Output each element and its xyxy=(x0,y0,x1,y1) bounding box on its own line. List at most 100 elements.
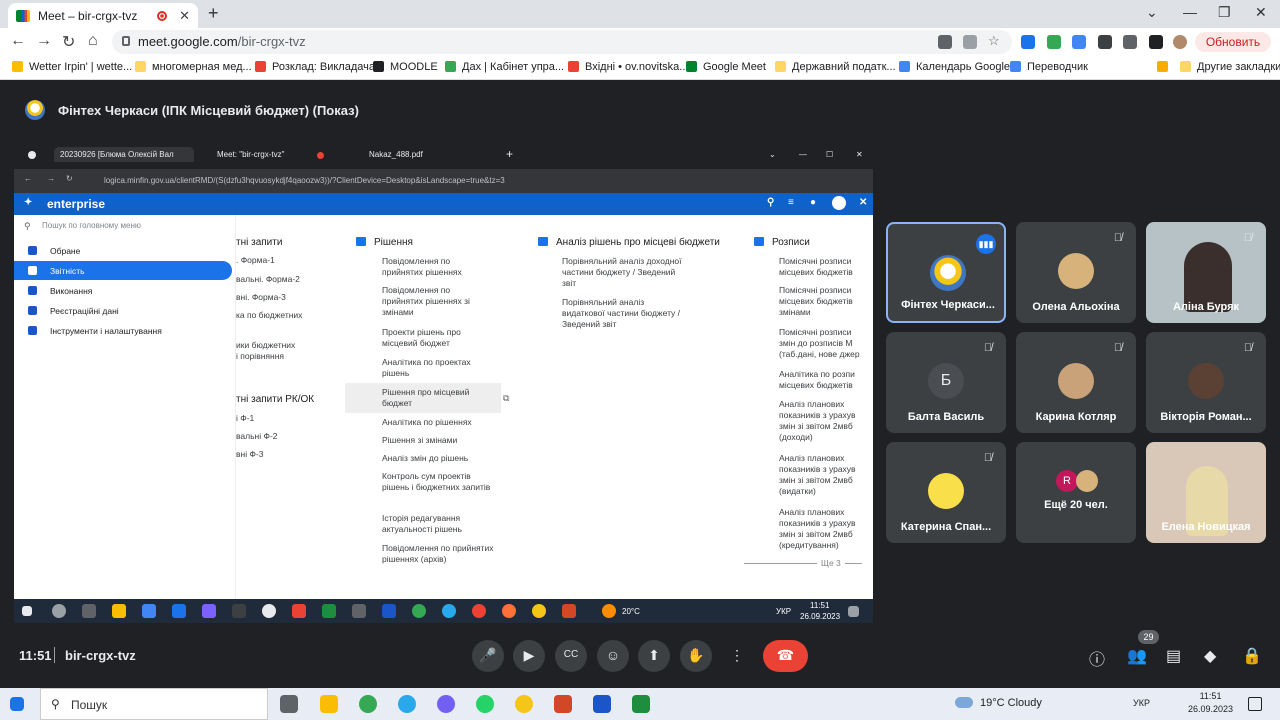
browser-tab-meet[interactable]: Meet – bir-crgx-tvz ✕ xyxy=(8,3,198,28)
tab-search-icon[interactable]: ⌄ xyxy=(1146,4,1158,21)
present-button[interactable]: ⬆ xyxy=(638,640,670,672)
translate-icon[interactable] xyxy=(1072,35,1086,49)
vscode-icon xyxy=(172,604,186,618)
minimize-button[interactable]: — xyxy=(1183,4,1197,20)
url-path: /bir-crgx-tvz xyxy=(237,34,306,49)
bookmark-item[interactable]: Державний податк... xyxy=(775,61,896,73)
back-icon[interactable]: ← xyxy=(10,32,26,50)
column-title: Розписи xyxy=(772,237,810,248)
taskview-icon[interactable] xyxy=(280,695,298,713)
chrome-icon[interactable] xyxy=(359,695,377,713)
bookmark-star-icon[interactable]: ☆ xyxy=(988,33,1002,48)
other-bookmarks[interactable]: Другие закладки xyxy=(1180,61,1280,73)
participant-tile[interactable]: 🎙̸ Вікторія Роман... xyxy=(1146,332,1266,433)
extensions-puzzle-icon[interactable] xyxy=(1098,35,1112,49)
language-indicator[interactable]: УКР xyxy=(1133,698,1150,708)
avatar xyxy=(1076,470,1098,492)
notifications-icon[interactable] xyxy=(1248,697,1262,711)
more-participants-tile[interactable]: R Ещё 20 чел. xyxy=(1016,442,1136,543)
windows-start-icon[interactable] xyxy=(10,697,24,711)
bookmark-item[interactable]: многомерная мед... xyxy=(135,61,252,73)
close-window-button[interactable]: ✕ xyxy=(1255,4,1267,21)
people-icon[interactable]: 👥 xyxy=(1127,646,1147,666)
extension-icon[interactable] xyxy=(1047,35,1061,49)
bookmark-item[interactable]: MOODLE xyxy=(373,61,438,73)
menu-link: Помісячні розписи місцевих бюджетів xyxy=(779,256,853,277)
app-search-icon: ⚲ xyxy=(767,197,775,208)
chat-icon[interactable]: ▤ xyxy=(1166,646,1181,666)
participant-tile[interactable]: 🎙̸ Катерина Спан... xyxy=(886,442,1006,543)
shared-chevron-icon: ⌄ xyxy=(769,150,776,159)
word-icon[interactable] xyxy=(593,695,611,713)
microphone-button[interactable]: 🎤 xyxy=(472,640,504,672)
host-controls-icon[interactable]: 🔒 xyxy=(1242,646,1262,666)
recording-icon xyxy=(157,10,168,21)
sidebar-label: Реєстраційні дані xyxy=(50,306,119,316)
bookmark-item[interactable]: Переводчик xyxy=(1010,61,1088,73)
participant-tile[interactable]: Елена Новицкая xyxy=(1146,442,1266,543)
captions-icon: CC xyxy=(563,649,579,660)
bookmark-item[interactable]: Google Meet xyxy=(686,61,766,73)
menu-link: Контроль сум проектів рішень і бюджетних… xyxy=(382,471,491,492)
captions-button[interactable]: CC xyxy=(555,640,587,672)
sidepanel-icon[interactable] xyxy=(1149,35,1163,49)
excel-icon[interactable] xyxy=(632,695,650,713)
sidebar-item-execution: Виконання xyxy=(14,281,232,300)
new-tab-button[interactable]: + xyxy=(208,3,219,24)
close-tab-icon[interactable]: ✕ xyxy=(179,8,190,24)
leave-call-button[interactable]: ☎ xyxy=(763,640,808,672)
bookmark-item[interactable]: Wetter Irpin' | wette... xyxy=(12,61,132,73)
lock-icon xyxy=(122,36,130,46)
system-clock[interactable]: 11:51 26.09.2023 xyxy=(1188,690,1233,716)
bookmark-item[interactable]: Календарь Google xyxy=(899,61,1010,73)
forward-icon[interactable]: → xyxy=(36,32,52,50)
sidebar-label: Обране xyxy=(50,246,81,256)
menu-sidebar: ⚲ Пошук по головному меню Обране Звітніс… xyxy=(14,215,236,599)
windows-start-icon xyxy=(22,606,32,616)
more-vertical-icon: ⋮ xyxy=(730,647,744,663)
participant-name: Вікторія Роман... xyxy=(1160,411,1252,423)
info-icon[interactable]: ⓘ xyxy=(1089,646,1105,670)
telegram-icon[interactable] xyxy=(398,695,416,713)
person-icon xyxy=(28,306,37,315)
taskbar-time: 11:51 xyxy=(810,601,830,610)
more-options-button[interactable]: ⋮ xyxy=(721,640,753,672)
explorer-icon[interactable] xyxy=(320,695,338,713)
update-button[interactable]: Обновить xyxy=(1195,32,1271,52)
participant-tile[interactable]: Б 🎙̸ Балта Василь xyxy=(886,332,1006,433)
bookmark-item[interactable]: Розклад: Викладача xyxy=(255,61,375,73)
profile-avatar[interactable] xyxy=(1173,35,1187,49)
url-host: meet.google.com xyxy=(138,34,238,49)
app-icon[interactable] xyxy=(515,695,533,713)
raise-hand-button[interactable]: ✋ xyxy=(680,640,712,672)
participant-tile[interactable]: 🎙̸ Олена Альохіна xyxy=(1016,222,1136,323)
maximize-button[interactable]: ❐ xyxy=(1218,4,1231,21)
windows-search-input[interactable]: ⚲ Пошук xyxy=(40,688,268,720)
powerpoint-icon[interactable] xyxy=(554,695,572,713)
activities-icon[interactable]: ◆ xyxy=(1204,646,1216,666)
weather-text[interactable]: 19°C Cloudy xyxy=(980,697,1042,709)
reload-icon[interactable]: ↻ xyxy=(62,32,75,52)
camera-button[interactable]: ▶ xyxy=(513,640,545,672)
address-bar[interactable]: meet.google.com/bir-crgx-tvz xyxy=(112,30,1012,54)
whatsapp-icon[interactable] xyxy=(476,695,494,713)
hand-icon: ✋ xyxy=(687,647,705,663)
bookmark-item[interactable]: Дах | Кабінет упра... xyxy=(445,61,564,73)
extension-icon[interactable] xyxy=(1021,35,1035,49)
shared-back-icon: ← xyxy=(24,174,32,183)
bookmark-item[interactable]: Вхідні • ov.novitska... xyxy=(568,61,688,73)
menu-link: Аналіз планових показників з урахув змін… xyxy=(779,507,856,550)
menu-link: Рішення зі змінами xyxy=(382,435,458,445)
participant-tile[interactable]: 🎙̸ Карина Котляр xyxy=(1016,332,1136,433)
mic-off-icon: 🎙̸ xyxy=(1113,232,1123,244)
participant-tile[interactable]: ▮▮▮ Фінтех Черкаси... xyxy=(886,222,1006,323)
camera-icon[interactable] xyxy=(938,35,952,49)
reactions-button[interactable]: ☺ xyxy=(597,640,629,672)
share-icon[interactable] xyxy=(963,35,977,49)
download-icon[interactable] xyxy=(1123,35,1137,49)
user-icon xyxy=(832,196,846,210)
participant-tile[interactable]: 🎙̸ Аліна Буряк xyxy=(1146,222,1266,323)
more-bookmarks-icon[interactable] xyxy=(1157,61,1174,73)
home-icon[interactable]: ⌂ xyxy=(88,32,98,50)
viber-icon[interactable] xyxy=(437,695,455,713)
